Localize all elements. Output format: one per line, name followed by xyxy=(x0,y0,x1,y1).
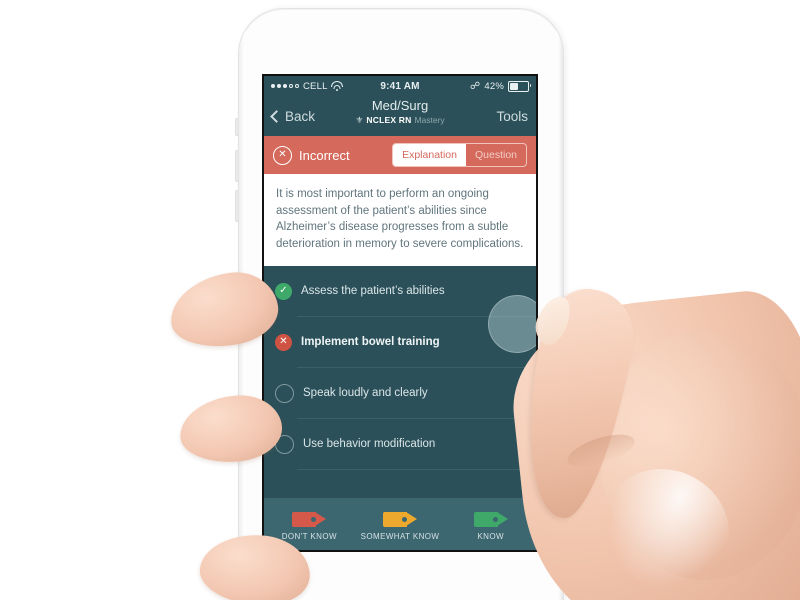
check-circle-icon: ✓ xyxy=(275,282,292,300)
battery-icon xyxy=(508,80,531,92)
status-bar-right: ☍ 42% xyxy=(420,80,531,92)
tag-icon xyxy=(383,511,417,527)
brand-suffix: Mastery xyxy=(414,115,445,125)
option-divider xyxy=(297,469,536,471)
back-button[interactable]: Back xyxy=(270,108,316,124)
option-label-3: Speak loudly and clearly xyxy=(303,387,428,400)
battery-percent-label: 42% xyxy=(484,80,504,92)
empty-circle-icon xyxy=(275,383,294,403)
phone-screen: CELL 9:41 AM ☍ 42% Back Med/Surg ⚜ NCLEX… xyxy=(264,76,536,550)
navigation-bar: Back Med/Surg ⚜ NCLEX RN Mastery Tools xyxy=(264,96,536,136)
chevron-left-icon xyxy=(270,109,283,123)
palm-highlight xyxy=(600,330,800,580)
signal-strength-icon xyxy=(271,84,299,88)
dont-know-label: DON'T KNOW xyxy=(281,531,337,541)
x-circle-icon: ✕ xyxy=(275,333,292,351)
knuckle-crease xyxy=(563,427,639,475)
tag-icon xyxy=(292,511,327,527)
clock-label: 9:41 AM xyxy=(380,80,420,92)
somewhat-know-label: SOMEWHAT KNOW xyxy=(360,531,440,541)
tools-button[interactable]: Tools xyxy=(496,109,528,124)
bluetooth-icon: ☍ xyxy=(470,80,481,92)
option-label-2: Implement bowel training xyxy=(301,336,440,349)
result-status-label: Incorrect xyxy=(299,147,350,163)
option-label-4: Use behavior modification xyxy=(303,438,436,451)
back-button-label: Back xyxy=(285,108,316,124)
explanation-panel: It is most important to perform an ongoi… xyxy=(264,174,536,267)
segmented-control[interactable]: Explanation Question xyxy=(392,143,527,167)
dont-know-button[interactable]: DON'T KNOW xyxy=(264,508,355,541)
answer-options-list: ✓ Assess the patient’s abilities ✕ Imple… xyxy=(264,266,536,471)
confidence-toolbar: DON'T KNOW SOMEWHAT KNOW KNOW xyxy=(264,498,536,550)
option-row-3[interactable]: Speak loudly and clearly xyxy=(264,368,536,418)
status-bar-left: CELL xyxy=(271,81,380,92)
thumb-webbing xyxy=(580,448,750,600)
tag-icon xyxy=(473,511,508,527)
tab-question[interactable]: Question xyxy=(466,144,526,166)
empty-circle-icon xyxy=(275,434,294,454)
option-row-4[interactable]: Use behavior modification xyxy=(264,419,536,469)
option-row-2[interactable]: ✕ Implement bowel training xyxy=(264,317,536,367)
x-circle-icon: ✕ xyxy=(273,145,292,165)
carrier-label: CELL xyxy=(303,80,328,92)
result-bar: ✕ Incorrect Explanation Question xyxy=(264,136,536,174)
tab-explanation[interactable]: Explanation xyxy=(393,144,466,166)
screenshot-canvas: CELL 9:41 AM ☍ 42% Back Med/Surg ⚜ NCLEX… xyxy=(0,0,800,600)
know-button[interactable]: KNOW xyxy=(445,508,536,541)
option-label-1: Assess the patient’s abilities xyxy=(301,285,445,298)
somewhat-know-button[interactable]: SOMEWHAT KNOW xyxy=(355,508,446,541)
explanation-text: It is most important to perform an ongoi… xyxy=(276,188,524,250)
nclex-logo-icon: ⚜ xyxy=(355,115,364,125)
screen-bezel: CELL 9:41 AM ☍ 42% Back Med/Surg ⚜ NCLEX… xyxy=(262,74,538,552)
brand-name: NCLEX RN xyxy=(366,115,412,125)
status-bar: CELL 9:41 AM ☍ 42% xyxy=(264,76,536,96)
wifi-icon xyxy=(331,81,344,91)
option-row-1[interactable]: ✓ Assess the patient’s abilities xyxy=(264,266,536,316)
know-label: KNOW xyxy=(477,531,504,541)
